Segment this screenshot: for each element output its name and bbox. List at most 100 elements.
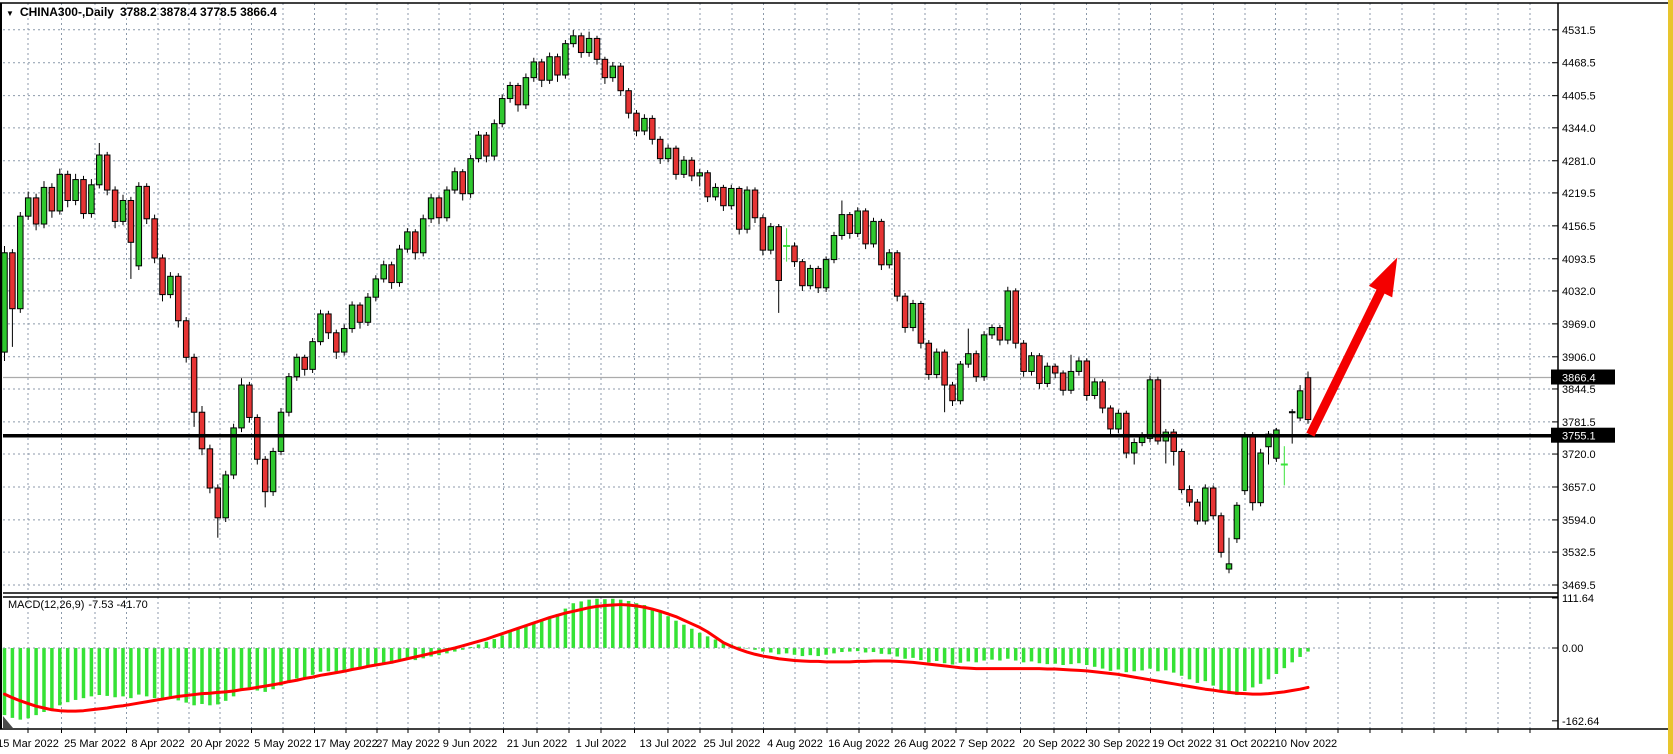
candle <box>428 194 434 223</box>
price-axis-label: 3532.5 <box>1562 547 1596 559</box>
candle <box>436 195 442 224</box>
price-axis-label: 3906.0 <box>1562 352 1596 364</box>
candle <box>1195 499 1201 525</box>
candle <box>879 219 885 270</box>
candle <box>657 136 663 164</box>
candle <box>41 181 47 228</box>
date-axis-label: 27 May 2022 <box>376 738 440 750</box>
candle <box>1289 409 1295 444</box>
date-axis-label: 13 Jul 2022 <box>640 738 697 750</box>
macd-signal-line <box>5 605 1309 712</box>
candle <box>1203 484 1209 524</box>
chart-canvas[interactable]: 4531.54468.54405.54344.04281.04219.54156… <box>0 0 1673 754</box>
candle <box>618 63 624 96</box>
candle <box>168 272 174 298</box>
candle <box>112 186 118 228</box>
price-axis-label: 3781.5 <box>1562 417 1596 429</box>
macd-name: MACD(12,26,9) <box>8 599 84 611</box>
candle <box>989 324 995 339</box>
candle <box>910 300 916 331</box>
price-axis-label: 3720.0 <box>1562 449 1596 461</box>
candle <box>373 275 379 301</box>
chart-title: ▼ CHINA300-,Daily 3788.2 3878.4 3778.5 3… <box>6 5 277 19</box>
candle <box>1013 288 1019 348</box>
price-axis-label: 4032.0 <box>1562 286 1596 298</box>
date-axis-label: 30 Sep 2022 <box>1088 738 1150 750</box>
candle <box>1131 438 1137 464</box>
candle <box>950 382 956 406</box>
price-axis-label: 4093.5 <box>1562 254 1596 266</box>
symbol-dropdown-icon[interactable]: ▼ <box>6 9 14 18</box>
date-axis-label: 21 Jun 2022 <box>507 738 568 750</box>
candle <box>1281 446 1288 485</box>
candle <box>223 471 229 522</box>
macd-indicator-label: MACD(12,26,9)-7.53 -41.70 <box>8 599 152 611</box>
price-axis-label: 4531.5 <box>1562 25 1596 37</box>
candle <box>752 187 758 223</box>
date-axis-label: 20 Apr 2022 <box>190 738 249 750</box>
date-axis-label: 10 Nov 2022 <box>1275 738 1337 750</box>
candle <box>81 176 87 219</box>
candle <box>736 186 742 234</box>
candle <box>555 54 561 82</box>
macd-axis-label: -162.64 <box>1562 716 1599 728</box>
date-axis-label: 7 Sep 2022 <box>959 738 1015 750</box>
candle <box>255 414 260 464</box>
candle <box>183 317 189 362</box>
candle <box>855 207 861 237</box>
candle <box>783 228 790 261</box>
candle <box>1258 449 1264 507</box>
support-price-label: 3755.1 <box>1551 428 1615 443</box>
price-axis-label: 4344.0 <box>1562 123 1596 135</box>
candle <box>1297 385 1303 421</box>
price-axis-label: 4219.5 <box>1562 188 1596 200</box>
price-axis-label: 3657.0 <box>1562 482 1596 494</box>
candle <box>823 256 829 292</box>
date-axis-label: 25 Mar 2022 <box>64 738 126 750</box>
candle <box>523 73 529 109</box>
candle <box>871 218 877 248</box>
candle <box>578 33 584 58</box>
candle <box>1250 432 1256 510</box>
candle <box>2 246 8 361</box>
candle <box>270 448 276 496</box>
candle <box>626 88 632 118</box>
candle <box>847 212 853 239</box>
candle <box>705 170 711 202</box>
candle <box>586 32 592 57</box>
candle <box>744 186 750 233</box>
date-axis-label: 5 May 2022 <box>254 738 311 750</box>
date-axis-label: 17 May 2022 <box>314 738 378 750</box>
candle <box>73 174 79 205</box>
candle <box>531 58 537 82</box>
candle <box>278 408 284 455</box>
candle <box>492 119 498 160</box>
candle <box>1108 405 1114 434</box>
candle <box>120 195 126 225</box>
candle <box>25 192 31 220</box>
candle <box>665 145 671 163</box>
candle <box>136 182 142 270</box>
candle <box>318 310 324 346</box>
chart-title-symbol: CHINA300-,Daily <box>20 5 114 19</box>
candle <box>642 114 648 135</box>
candle <box>1218 513 1224 558</box>
candle <box>942 349 948 412</box>
current-price-label: 3866.4 <box>1551 370 1615 385</box>
candle <box>1147 376 1153 443</box>
candle <box>1242 432 1248 495</box>
trend-arrow-annotation[interactable] <box>1310 257 1397 434</box>
candle <box>1076 357 1082 375</box>
candle <box>808 265 814 290</box>
candle <box>729 185 735 210</box>
candle <box>1037 353 1043 389</box>
candle <box>302 355 308 376</box>
candle <box>460 169 466 200</box>
candle <box>326 311 332 339</box>
candle <box>294 354 300 381</box>
date-axis-label: 19 Oct 2022 <box>1152 738 1212 750</box>
candle <box>547 53 553 84</box>
candle <box>57 169 63 215</box>
candle <box>89 179 95 218</box>
date-axis-label: 1 Jul 2022 <box>576 738 627 750</box>
